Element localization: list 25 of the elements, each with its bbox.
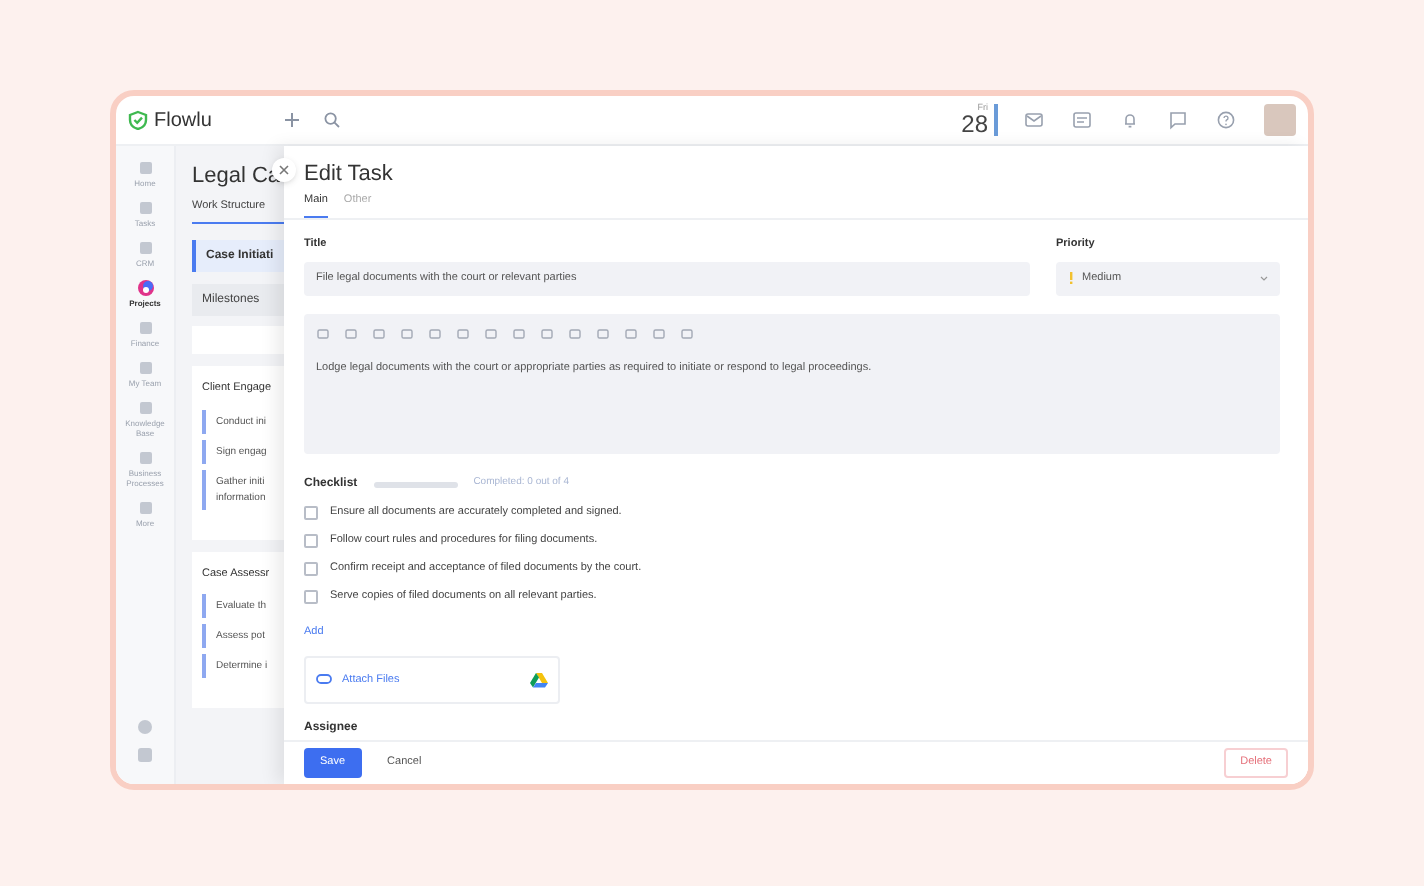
checkbox[interactable] (304, 561, 318, 575)
help-icon[interactable] (1216, 110, 1236, 130)
nav-icon (135, 448, 155, 468)
notifications-icon[interactable] (1120, 110, 1140, 130)
nav-icon (135, 498, 155, 518)
chat-icon[interactable] (1168, 110, 1188, 130)
add-icon[interactable] (283, 112, 300, 128)
checkbox[interactable] (304, 533, 318, 547)
chevron-down-icon (1260, 275, 1268, 281)
date-number: 28 (961, 112, 988, 137)
checkbox[interactable] (304, 505, 318, 519)
search-icon[interactable] (323, 112, 340, 128)
drive-icon (530, 671, 548, 688)
avatar[interactable] (1264, 104, 1296, 136)
nav-icon (135, 278, 155, 298)
logo-icon (128, 110, 148, 130)
note-icon[interactable] (1072, 110, 1092, 130)
paperclip-icon (316, 674, 332, 685)
panel-title: Edit Task (304, 160, 395, 188)
exclamation-icon (1068, 272, 1074, 284)
close-icon (278, 164, 290, 176)
app-name: Flowlu (154, 107, 212, 135)
date-marker (994, 104, 998, 136)
mail-icon[interactable] (1024, 110, 1044, 130)
checkbox[interactable] (304, 589, 318, 603)
